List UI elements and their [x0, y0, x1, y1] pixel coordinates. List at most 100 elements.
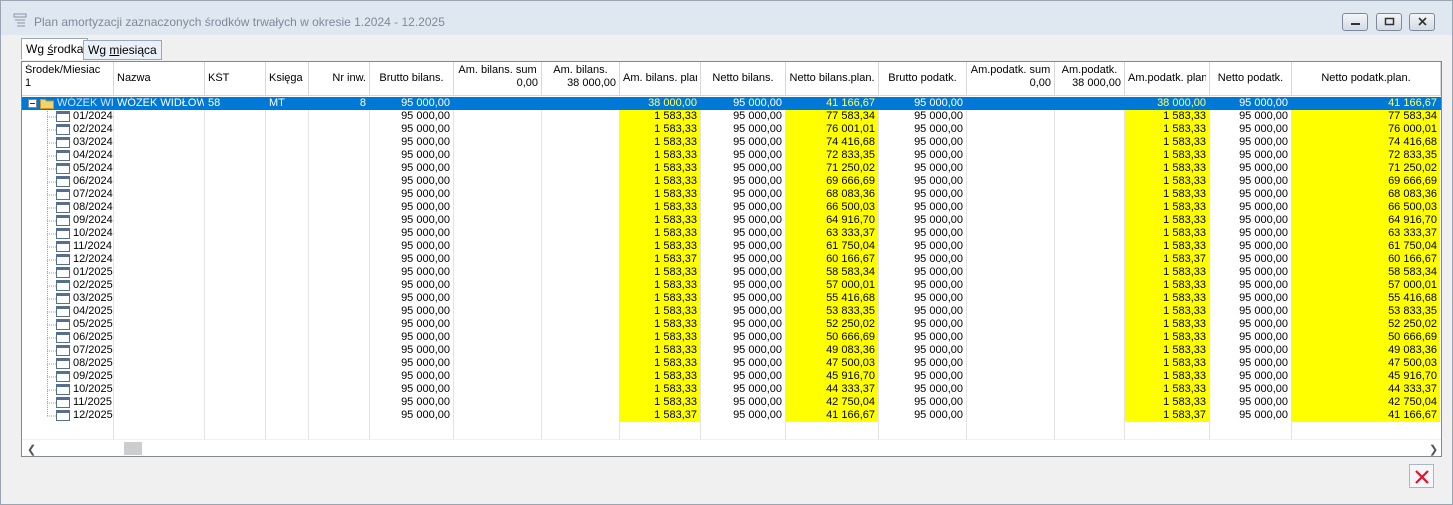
cell-tree: 01/2025 — [73, 266, 113, 278]
column-header-8[interactable]: Am. bilans. plan — [620, 62, 701, 96]
column-header-7[interactable]: Am. bilans. 38 000,00 — [542, 62, 620, 96]
cell-brutto_podatk: 95 000,00 — [914, 383, 963, 395]
asset-row[interactable]: WÓZEK WIDŁOWYWÓZEK WIDŁOWY 58 MT 8 95 000,00… — [22, 97, 1441, 110]
column-header-15[interactable]: Netto podatk. — [1210, 62, 1292, 96]
cell-ksiega — [266, 240, 308, 253]
cell-netto_podatk: 95 000,00 — [1239, 409, 1288, 421]
cell-am_podatk_sum — [967, 318, 1054, 331]
cell-am_podatk_sum — [967, 97, 1054, 110]
cell-am_bilans_sum — [454, 409, 541, 422]
cell-netto_bilans: 95 000,00 — [733, 409, 782, 421]
cell-netto_podatk_plan: 49 083,36 — [1388, 344, 1437, 356]
cell-nr_inw — [309, 136, 369, 149]
cell-netto_podatk_plan: 66 500,03 — [1388, 201, 1437, 213]
cell-netto_podatk: 95 000,00 — [1239, 201, 1288, 213]
cell-am_podatk_plan: 1 583,33 — [1163, 201, 1206, 213]
month-row[interactable]: 07/2025 95 000,00 1 583,33 95 000,00 49 083,… — [22, 344, 1441, 357]
column-header-2[interactable]: KŚT — [205, 62, 266, 96]
tab-by-month[interactable]: Wg miesiąca — [83, 40, 162, 60]
cell-netto_bilans_plan: 71 250,02 — [826, 162, 875, 174]
month-row[interactable]: 06/2024 95 000,00 1 583,33 95 000,00 69 666,… — [22, 175, 1441, 188]
column-header-1[interactable]: Nazwa — [114, 62, 205, 96]
cell-am_bilans — [542, 383, 619, 396]
column-header-11[interactable]: Brutto podatk. — [879, 62, 967, 96]
cell-brutto_podatk: 95 000,00 — [914, 149, 963, 161]
month-row[interactable]: 02/2024 95 000,00 1 583,33 95 000,00 76 001,… — [22, 123, 1441, 136]
month-row[interactable]: 10/2024 95 000,00 1 583,33 95 000,00 63 333,… — [22, 227, 1441, 240]
column-header-4[interactable]: Nr inw. — [309, 62, 370, 96]
cell-netto_podatk: 95 000,00 — [1239, 344, 1288, 356]
column-header-9[interactable]: Netto bilans. — [701, 62, 786, 96]
collapse-toggle-icon[interactable] — [28, 99, 37, 108]
month-row[interactable]: 08/2024 95 000,00 1 583,33 95 000,00 66 500,… — [22, 201, 1441, 214]
cell-netto_bilans_plan: 53 833,35 — [826, 305, 875, 317]
month-row[interactable]: 03/2025 95 000,00 1 583,33 95 000,00 55 416,… — [22, 292, 1441, 305]
cell-am_podatk — [1055, 253, 1124, 266]
month-row[interactable]: 06/2025 95 000,00 1 583,33 95 000,00 50 666,… — [22, 331, 1441, 344]
close-window-button[interactable] — [1409, 13, 1435, 31]
cell-brutto_bilans: 95 000,00 — [401, 292, 450, 304]
maximize-button[interactable] — [1376, 13, 1402, 31]
title-bar[interactable]: Plan amortyzacji zaznaczonych środków tr… — [1, 1, 1452, 35]
scroll-left-icon[interactable]: ❮ — [27, 443, 36, 456]
cancel-button[interactable] — [1409, 464, 1434, 488]
cell-am_podatk_plan: 1 583,33 — [1163, 370, 1206, 382]
scrollbar-thumb[interactable] — [124, 442, 142, 455]
month-row[interactable]: 05/2025 95 000,00 1 583,33 95 000,00 52 250,… — [22, 318, 1441, 331]
cell-netto_bilans_plan: 58 583,34 — [826, 266, 875, 278]
minimize-button[interactable] — [1342, 13, 1368, 31]
column-header-16[interactable]: Netto podatk.plan. — [1292, 62, 1441, 96]
cell-netto_bilans: 95 000,00 — [733, 344, 782, 356]
month-row[interactable]: 02/2025 95 000,00 1 583,33 95 000,00 57 000,… — [22, 279, 1441, 292]
column-header-12[interactable]: Am.podatk. sum 0,00 — [967, 62, 1055, 96]
cell-brutto_bilans: 95 000,00 — [401, 214, 450, 226]
tab-by-asset[interactable]: Wg środka — [21, 38, 89, 60]
month-row[interactable]: 11/2025 95 000,00 1 583,33 95 000,00 42 750,… — [22, 396, 1441, 409]
month-row[interactable]: 07/2024 95 000,00 1 583,33 95 000,00 68 083,… — [22, 188, 1441, 201]
month-row[interactable]: 12/2025 95 000,00 1 583,37 95 000,00 41 166,… — [22, 409, 1441, 422]
cell-am_bilans — [542, 318, 619, 331]
column-header-13[interactable]: Am.podatk. 38 000,00 — [1055, 62, 1125, 96]
cell-am_podatk — [1055, 240, 1124, 253]
cell-am_bilans_sum — [454, 383, 541, 396]
cell-ksiega — [266, 383, 308, 396]
month-row[interactable]: 01/2025 95 000,00 1 583,33 95 000,00 58 583,… — [22, 266, 1441, 279]
month-row[interactable]: 04/2024 95 000,00 1 583,33 95 000,00 72 833,… — [22, 149, 1441, 162]
month-row[interactable]: 12/2024 95 000,00 1 583,37 95 000,00 60 166,… — [22, 253, 1441, 266]
column-header-6[interactable]: Am. bilans. sum 0,00 — [454, 62, 542, 96]
cell-nazwa — [114, 149, 204, 162]
month-row[interactable]: 10/2025 95 000,00 1 583,33 95 000,00 44 333,… — [22, 383, 1441, 396]
month-row[interactable]: 11/2024 95 000,00 1 583,33 95 000,00 61 750,… — [22, 240, 1441, 253]
cell-netto_podatk_plan: 64 916,70 — [1388, 214, 1437, 226]
month-row[interactable]: 09/2025 95 000,00 1 583,33 95 000,00 45 916,… — [22, 370, 1441, 383]
column-header-5[interactable]: Brutto bilans. — [370, 62, 454, 96]
scroll-right-icon[interactable]: ❯ — [1429, 443, 1438, 456]
column-header-label: Środek/Miesiac — [25, 64, 101, 76]
cell-netto_bilans: 95 000,00 — [733, 383, 782, 395]
cell-am_podatk_plan: 1 583,33 — [1163, 214, 1206, 226]
horizontal-scrollbar[interactable]: ❮ ❯ — [22, 439, 1441, 456]
month-row[interactable]: 03/2024 95 000,00 1 583,33 95 000,00 74 416,… — [22, 136, 1441, 149]
cell-am_bilans — [542, 357, 619, 370]
calendar-row-icon — [56, 176, 70, 187]
cell-nazwa — [114, 305, 204, 318]
month-row[interactable]: 09/2024 95 000,00 1 583,33 95 000,00 64 916,… — [22, 214, 1441, 227]
cell-netto_bilans_plan: 61 750,04 — [826, 240, 875, 252]
column-header-0[interactable]: Środek/Miesiac 1 — [22, 62, 114, 96]
month-row[interactable]: 08/2025 95 000,00 1 583,33 95 000,00 47 500,… — [22, 357, 1441, 370]
cell-am_podatk — [1055, 370, 1124, 383]
month-row[interactable]: 04/2025 95 000,00 1 583,33 95 000,00 53 833,… — [22, 305, 1441, 318]
column-header-14[interactable]: Am.podatk. plan — [1125, 62, 1210, 96]
column-header-10[interactable]: Netto bilans.plan. — [786, 62, 879, 96]
calendar-row-icon — [56, 254, 70, 265]
month-row[interactable]: 01/2024 95 000,00 1 583,33 95 000,00 77 583,… — [22, 110, 1441, 123]
cell-am_bilans — [542, 240, 619, 253]
cell-am_podatk_sum — [967, 227, 1054, 240]
cell-netto_bilans_plan: 52 250,02 — [826, 318, 875, 330]
cell-ksiega — [266, 318, 308, 331]
cell-tree: 09/2025 — [73, 370, 113, 382]
month-row[interactable]: 05/2024 95 000,00 1 583,33 95 000,00 71 250,… — [22, 162, 1441, 175]
cell-am_podatk_sum — [967, 344, 1054, 357]
column-header-3[interactable]: Księga — [266, 62, 309, 96]
cell-am_bilans — [542, 214, 619, 227]
